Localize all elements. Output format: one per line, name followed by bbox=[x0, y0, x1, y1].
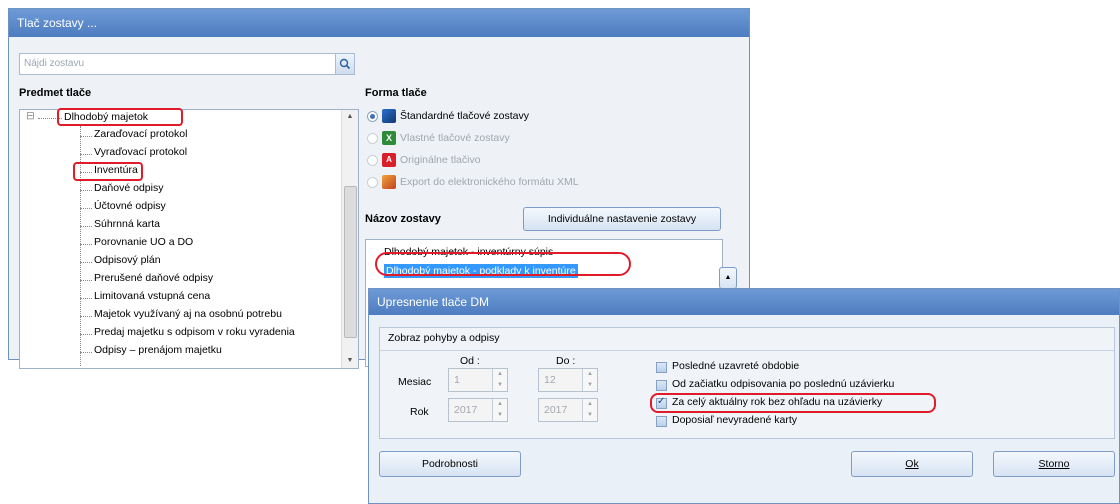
mesiac-label: Mesiac bbox=[398, 376, 432, 388]
do-label: Do : bbox=[556, 355, 576, 367]
radio-label: Štandardné tlačové zostavy bbox=[400, 110, 529, 122]
window-title: Tlač zostavy ... bbox=[9, 9, 749, 37]
standard-report-icon bbox=[382, 109, 396, 123]
tree-scrollbar[interactable]: ▲ ▼ bbox=[341, 110, 358, 368]
checkbox-from-start[interactable] bbox=[656, 380, 667, 391]
rok-od-spinner[interactable]: 2017 ▲ ▼ bbox=[448, 398, 508, 422]
custom-settings-button[interactable]: Individuálne nastavenie zostavy bbox=[523, 207, 721, 231]
highlight-marker bbox=[73, 162, 143, 181]
checkbox-label: Od začiatku odpisovania po poslednú uzáv… bbox=[672, 378, 895, 390]
tree-item[interactable]: Limitovaná vstupná cena bbox=[94, 290, 210, 302]
highlight-marker bbox=[650, 393, 936, 413]
radio-button[interactable] bbox=[367, 110, 378, 122]
radio-xml: Export do elektronického formátu XML bbox=[367, 173, 579, 191]
tree-item[interactable]: Odpisy – prenájom majetku bbox=[94, 344, 222, 356]
scroll-up-button[interactable]: ▲ bbox=[719, 267, 737, 289]
mesiac-do-spinner[interactable]: 12 ▲ ▼ bbox=[538, 368, 598, 392]
spin-up-icon[interactable]: ▲ bbox=[493, 399, 507, 410]
od-label: Od : bbox=[460, 355, 480, 367]
search-input[interactable]: Nájdi zostavu bbox=[19, 53, 355, 75]
spin-down-icon[interactable]: ▼ bbox=[493, 410, 507, 421]
radio-custom: X Vlastné tlačové zostavy bbox=[367, 129, 510, 147]
rok-do-spinner[interactable]: 2017 ▲ ▼ bbox=[538, 398, 598, 422]
forma-header: Forma tlače bbox=[365, 87, 427, 99]
radio-button bbox=[367, 154, 378, 166]
spin-down-icon[interactable]: ▼ bbox=[493, 380, 507, 391]
spinner-value: 2017 bbox=[454, 404, 478, 416]
nazov-header: Názov zostavy bbox=[365, 213, 441, 225]
tree-item[interactable]: Prerušené daňové odpisy bbox=[94, 272, 213, 284]
search-placeholder: Nájdi zostavu bbox=[24, 58, 85, 69]
highlight-marker bbox=[375, 252, 631, 276]
tree-item[interactable]: Porovnanie UO a DO bbox=[94, 236, 193, 248]
tree-item[interactable]: Vyraďovací protokol bbox=[94, 146, 187, 158]
checkbox-label: Doposiaľ nevyradené karty bbox=[672, 414, 798, 426]
spin-up-icon[interactable]: ▲ bbox=[583, 369, 597, 380]
checkbox-unretired[interactable] bbox=[656, 416, 667, 427]
radio-standard[interactable]: Štandardné tlačové zostavy bbox=[367, 107, 529, 125]
spinner-value: 12 bbox=[544, 374, 556, 386]
collapse-icon[interactable]: ⊟ bbox=[26, 110, 35, 122]
radio-label: Export do elektronického formátu XML bbox=[400, 176, 579, 188]
subject-tree[interactable]: ⊟ Dlhodobý majetok Zaraďovací protokol Vy… bbox=[19, 109, 359, 369]
ok-button[interactable]: Ok bbox=[851, 451, 973, 477]
cancel-button[interactable]: Storno bbox=[993, 451, 1115, 477]
spin-down-icon[interactable]: ▼ bbox=[583, 380, 597, 391]
spinner-value: 2017 bbox=[544, 404, 568, 416]
highlight-marker bbox=[57, 108, 183, 126]
tree-item[interactable]: Majetok využívaný aj na osobnú potrebu bbox=[94, 308, 282, 320]
spin-down-icon[interactable]: ▼ bbox=[583, 410, 597, 421]
radio-button bbox=[367, 132, 378, 144]
tree-item[interactable]: Účtovné odpisy bbox=[94, 200, 166, 212]
tree-header: Predmet tlače bbox=[19, 87, 92, 99]
checkbox-last-closed[interactable] bbox=[656, 362, 667, 373]
spinner-value: 1 bbox=[454, 374, 460, 386]
dialog-title: Upresnenie tlače DM bbox=[369, 289, 1119, 315]
scroll-up-icon[interactable]: ▲ bbox=[342, 110, 358, 124]
rok-label: Rok bbox=[410, 406, 429, 418]
spin-up-icon[interactable]: ▲ bbox=[583, 399, 597, 410]
print-options-dialog: Upresnenie tlače DM Zobraz pohyby a odpi… bbox=[368, 288, 1120, 504]
radio-label: Vlastné tlačové zostavy bbox=[400, 132, 510, 144]
tree-item[interactable]: Predaj majetku s odpisom v roku vyradeni… bbox=[94, 326, 295, 338]
scroll-down-icon[interactable]: ▼ bbox=[342, 354, 358, 368]
tree-item[interactable]: Daňové odpisy bbox=[94, 182, 163, 194]
xml-export-icon bbox=[382, 175, 396, 189]
radio-original: A Originálne tlačivo bbox=[367, 151, 481, 169]
movements-group: Zobraz pohyby a odpisy Od : Do : Mesiac … bbox=[379, 327, 1115, 439]
details-button[interactable]: Podrobnosti bbox=[379, 451, 521, 477]
tree-item[interactable]: Odpisový plán bbox=[94, 254, 161, 266]
scroll-thumb[interactable] bbox=[344, 186, 357, 338]
spin-up-icon[interactable]: ▲ bbox=[493, 369, 507, 380]
tree-item[interactable]: Súhrnná karta bbox=[94, 218, 160, 230]
mesiac-od-spinner[interactable]: 1 ▲ ▼ bbox=[448, 368, 508, 392]
group-title: Zobraz pohyby a odpisy bbox=[388, 332, 500, 344]
radio-button bbox=[367, 176, 378, 188]
search-button[interactable] bbox=[335, 54, 354, 74]
checkbox-label: Posledné uzavreté obdobie bbox=[672, 360, 800, 372]
excel-icon: X bbox=[382, 131, 396, 145]
pdf-icon: A bbox=[382, 153, 396, 167]
search-icon bbox=[339, 58, 351, 70]
radio-label: Originálne tlačivo bbox=[400, 154, 481, 166]
tree-item[interactable]: Zaraďovací protokol bbox=[94, 128, 187, 140]
